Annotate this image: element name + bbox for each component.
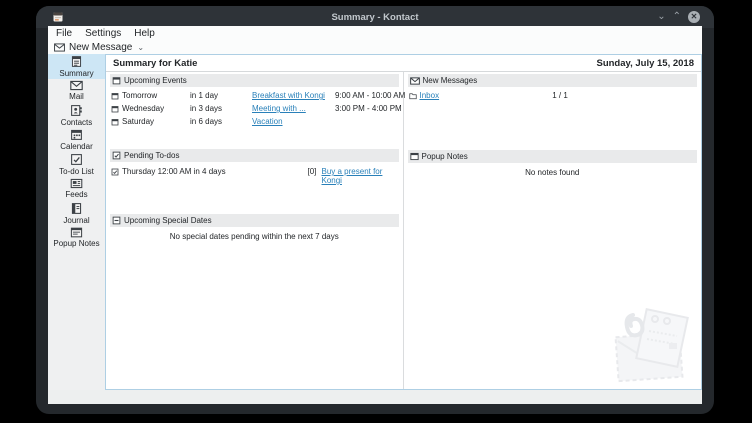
sidebar-item-journal[interactable]: Journal <box>48 201 105 226</box>
event-time <box>335 117 405 126</box>
section-title: Upcoming Special Dates <box>124 216 212 225</box>
toolbar: New Message ⌄ <box>48 40 702 54</box>
event-icon <box>111 118 119 126</box>
section-title: Pending To-dos <box>124 151 179 160</box>
event-row-day: Saturday <box>111 117 190 126</box>
titlebar: Summary - Kontact ⌄ ⌃ ✕ <box>36 6 714 28</box>
window-title: Summary - Kontact <box>36 12 714 23</box>
mail-icon <box>70 80 83 91</box>
calendar-icon <box>70 128 83 141</box>
kontact-watermark <box>611 303 699 387</box>
section-title: Upcoming Events <box>124 76 187 85</box>
new-message-dropdown-icon[interactable]: ⌄ <box>137 43 144 52</box>
summary-header: Summary for Katie Sunday, July 15, 2018 <box>106 55 701 72</box>
todo-priority: [0] <box>308 167 322 176</box>
popup-notes-icon <box>70 227 83 238</box>
special-dates-icon <box>112 216 121 225</box>
left-column: Upcoming Events Tomorrow in 1 day Breakf… <box>106 72 404 389</box>
contacts-icon <box>70 104 83 117</box>
summary-icon <box>70 55 83 68</box>
menu-file[interactable]: File <box>56 28 72 39</box>
section-pending-todos: Pending To-dos <box>110 149 399 162</box>
menubar: File Settings Help <box>48 26 702 40</box>
sidebar-item-mail[interactable]: Mail <box>48 79 105 104</box>
new-message-button[interactable]: New Message <box>69 42 132 53</box>
inbox-link[interactable]: Inbox <box>420 91 440 100</box>
event-relative: in 1 day <box>190 91 252 100</box>
event-link[interactable]: Vacation <box>252 117 335 126</box>
section-new-messages: New Messages <box>408 74 698 87</box>
section-popup-notes: Popup Notes <box>408 150 698 163</box>
close-icon[interactable]: ✕ <box>688 11 700 23</box>
sidebar: Summary Mail <box>48 54 105 390</box>
popup-notes-icon <box>410 152 419 161</box>
event-time: 3:00 PM - 4:00 PM <box>335 104 405 113</box>
event-link[interactable]: Meeting with ... <box>252 104 335 113</box>
folder-icon <box>409 92 417 100</box>
todo-row: Thursday 12:00 AM in 4 days [0] Buy a pr… <box>110 162 399 185</box>
page-title: Summary for Katie <box>113 58 197 69</box>
sidebar-item-feeds[interactable]: Feeds <box>48 177 105 202</box>
main-area: Summary Mail <box>48 54 702 390</box>
todo-due: Thursday 12:00 AM in 4 days <box>111 167 308 176</box>
sidebar-item-label: Summary <box>59 69 93 78</box>
event-row-day: Wednesday <box>111 104 190 113</box>
sidebar-item-label: Mail <box>69 92 84 101</box>
sidebar-item-summary[interactable]: Summary <box>48 54 105 79</box>
window-frame: Summary - Kontact ⌄ ⌃ ✕ File Settings He… <box>36 6 714 414</box>
journal-icon <box>70 202 83 215</box>
sidebar-item-label: Contacts <box>61 118 93 127</box>
menu-settings[interactable]: Settings <box>85 28 121 39</box>
app-body: File Settings Help New Message ⌄ <box>48 26 702 404</box>
section-title: Popup Notes <box>422 152 468 161</box>
menu-help[interactable]: Help <box>134 28 155 39</box>
status-strip <box>48 390 702 404</box>
popup-notes-empty-text: No notes found <box>408 163 698 177</box>
sidebar-item-label: Journal <box>63 216 89 225</box>
event-relative: in 3 days <box>190 104 252 113</box>
event-row-day: Tomorrow <box>111 91 190 100</box>
sidebar-item-label: Feeds <box>65 190 87 199</box>
sidebar-item-calendar[interactable]: Calendar <box>48 128 105 153</box>
todo-icon <box>111 168 119 176</box>
mail-icon <box>410 77 420 85</box>
todo-list-icon <box>70 153 83 166</box>
calendar-icon <box>112 76 121 85</box>
event-relative: in 6 days <box>190 117 252 126</box>
section-title: New Messages <box>423 76 478 85</box>
section-upcoming-events: Upcoming Events <box>110 74 399 87</box>
section-special-dates: Upcoming Special Dates <box>110 214 399 227</box>
sidebar-item-popup-notes[interactable]: Popup Notes <box>48 226 105 251</box>
event-time: 9:00 AM - 10:00 AM <box>335 91 405 100</box>
upcoming-events-table: Tomorrow in 1 day Breakfast with Kongi 9… <box>110 87 399 126</box>
event-icon <box>111 105 119 113</box>
todo-link[interactable]: Buy a present for Kongi <box>322 167 398 185</box>
message-folder-row: Inbox 1 / 1 <box>408 87 698 100</box>
event-icon <box>111 92 119 100</box>
sidebar-item-contacts[interactable]: Contacts <box>48 103 105 128</box>
sidebar-item-label: Calendar <box>60 142 92 151</box>
event-link[interactable]: Breakfast with Kongi <box>252 91 335 100</box>
sidebar-item-label: To-do List <box>59 167 94 176</box>
summary-view: Summary for Katie Sunday, July 15, 2018 … <box>105 54 702 390</box>
special-dates-empty-text: No special dates pending within the next… <box>110 227 399 241</box>
maximize-icon[interactable]: ⌃ <box>673 12 681 22</box>
feeds-icon <box>70 178 83 189</box>
right-column: New Messages Inbox 1 / 1 <box>404 72 702 389</box>
header-date: Sunday, July 15, 2018 <box>596 58 694 69</box>
new-message-icon <box>54 43 65 52</box>
minimize-icon[interactable]: ⌄ <box>657 12 665 22</box>
todo-icon <box>112 151 121 160</box>
message-count: 1 / 1 <box>552 91 696 100</box>
sidebar-item-todo-list[interactable]: To-do List <box>48 152 105 177</box>
sidebar-item-label: Popup Notes <box>53 239 99 248</box>
